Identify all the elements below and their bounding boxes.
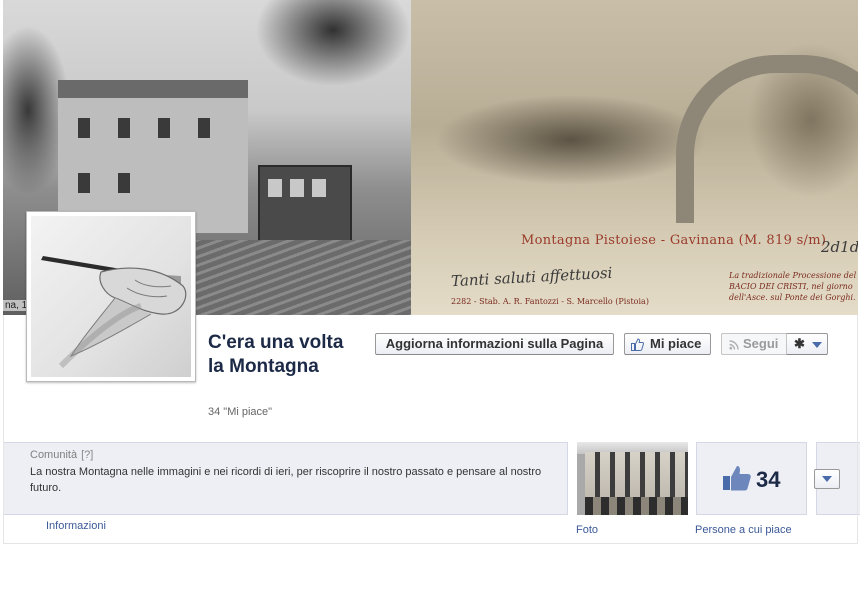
photos-app-label[interactable]: Foto	[576, 524, 598, 536]
hand-pen-icon	[41, 256, 187, 369]
postcard-number: 2d1d	[821, 238, 858, 256]
expand-apps-button[interactable]	[814, 469, 840, 489]
divider-left	[3, 315, 4, 543]
update-page-info-button[interactable]: Aggiorna informazioni sulla Pagina	[375, 333, 614, 355]
postcard-publisher: 2282 - Stab. A. R. Fantozzi - S. Marcell…	[451, 297, 649, 306]
window	[198, 118, 210, 138]
category-help-link[interactable]: [?]	[81, 449, 93, 461]
facebook-page: na, 1 Montagna Pistoiese - Gavinana (M. …	[0, 0, 860, 596]
settings-dropdown-button[interactable]: ✱	[786, 333, 828, 355]
likes-count-line: 34 "Mi piace"	[208, 406, 273, 418]
window	[78, 118, 90, 138]
likes-app-label[interactable]: Persone a cui piace	[695, 524, 792, 536]
about-box[interactable]: Comunità [?] La nostra Montagna nelle imm…	[3, 442, 568, 515]
page-description: La nostra Montagna nelle immagini e nei …	[30, 466, 542, 494]
divider-right	[857, 315, 858, 543]
thumbs-up-icon	[723, 466, 751, 491]
category-text: Comunità	[30, 449, 78, 461]
stone-bridge	[676, 55, 858, 223]
hand-writing-drawing	[31, 216, 191, 377]
divider-bottom	[3, 543, 858, 544]
window	[158, 118, 170, 138]
postcard-caption: Montagna Pistoiese - Gavinana (M. 819 s/…	[521, 233, 827, 248]
tram-window	[312, 179, 326, 197]
thumbs-up-icon	[631, 338, 644, 351]
about-link[interactable]: Informazioni	[46, 520, 106, 532]
rails	[193, 240, 411, 315]
follow-button-label: Segui	[743, 336, 779, 351]
chevron-down-icon	[812, 342, 822, 348]
likes-count: 34	[756, 467, 781, 492]
likes-app-thumbnail[interactable]: 34	[696, 442, 807, 515]
follow-button[interactable]: Segui	[721, 333, 787, 355]
profile-picture[interactable]	[26, 211, 196, 382]
window	[78, 173, 90, 193]
like-button-label: Mi piace	[650, 336, 702, 351]
chevron-down-icon	[822, 476, 832, 482]
window	[118, 118, 130, 138]
photos-app-thumbnail[interactable]	[577, 442, 688, 515]
gear-icon: ✱	[794, 336, 805, 351]
postcard-note: La tradizionale Processione del BACIO DE…	[729, 271, 857, 302]
tram-window	[268, 179, 282, 197]
tram	[258, 165, 352, 244]
rss-icon	[729, 340, 739, 350]
category-label: Comunità [?]	[30, 449, 93, 461]
page-title: C'era una volta la Montagna	[208, 332, 344, 377]
photo-building-base	[585, 497, 688, 515]
postcard-handwriting: Tanti saluti affettuosi	[450, 263, 613, 291]
like-button[interactable]: Mi piace	[624, 333, 711, 355]
cover-photo-right: Montagna Pistoiese - Gavinana (M. 819 s/…	[411, 0, 858, 315]
tram-window	[290, 179, 304, 197]
window	[118, 173, 130, 193]
